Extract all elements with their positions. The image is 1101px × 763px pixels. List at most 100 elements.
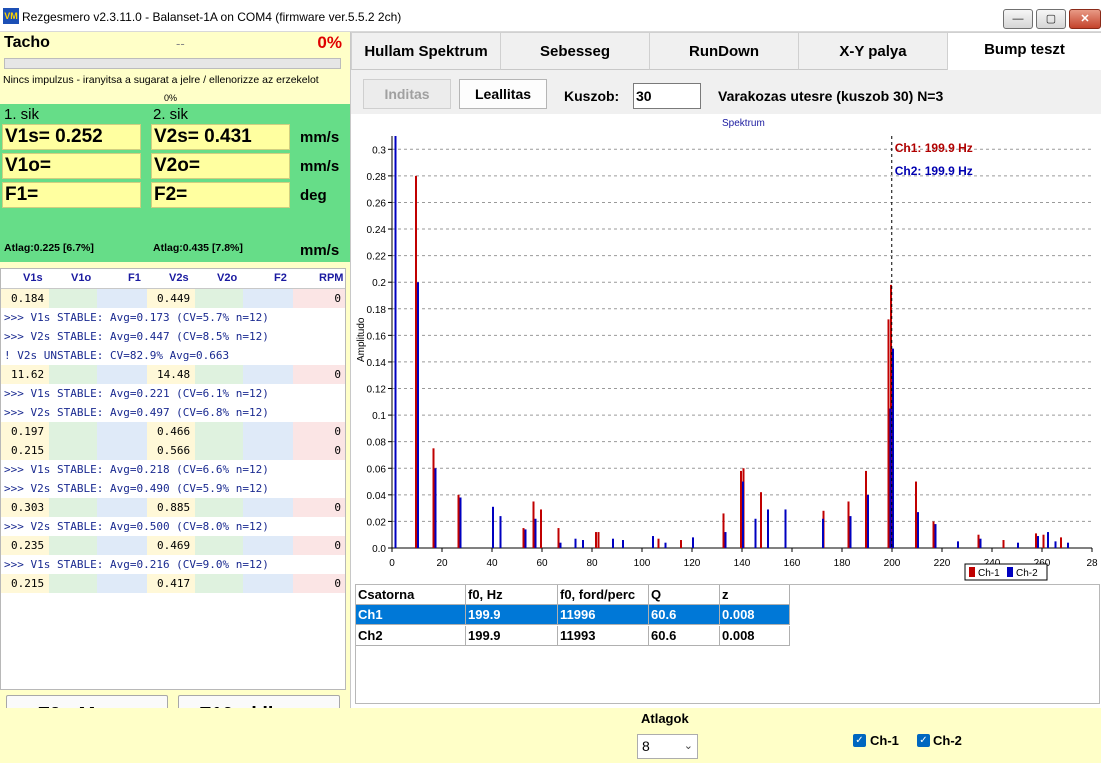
x-tick-label: 160 [784, 558, 801, 569]
results-cell: 11993 [558, 626, 649, 646]
x-tick-label: 220 [934, 558, 951, 569]
log-header: V1s V1o F1 V2s V2o F2 RPM [1, 269, 345, 289]
x-tick-label: 200 [884, 558, 901, 569]
maximize-button[interactable]: ▢ [1036, 9, 1066, 29]
stop-button[interactable]: Leallitas [459, 79, 547, 109]
y-tick-label: 0.26 [367, 198, 387, 209]
legend-label: Ch-2 [1016, 568, 1038, 579]
plane-1-average: Atlag:0.225 [6.7%] [4, 242, 94, 254]
log-cell-rpm: 0 [293, 536, 345, 555]
log-cell-v1s: 0.303 [1, 498, 49, 517]
y-tick-label: 0.22 [367, 252, 387, 263]
app-logo-icon: VM [3, 8, 19, 24]
log-cell-empty [49, 574, 97, 593]
log-cell-rpm: 0 [293, 498, 345, 517]
x-tick-label: 100 [634, 558, 651, 569]
threshold-input[interactable] [633, 83, 701, 109]
log-cell-v1s: 0.197 [1, 422, 49, 441]
log-col-v2o: V2o [217, 272, 238, 284]
averages-select[interactable]: 8 ⌄ [637, 734, 698, 759]
plane-2-box: 2. sik V2s= 0.431 V2o= F2= Atlag:0.435 [… [149, 104, 294, 262]
log-cell-empty [49, 536, 97, 555]
averages-label: Atlagok [641, 711, 689, 726]
x-tick-label: 80 [586, 558, 598, 569]
log-cell-rpm: 0 [293, 422, 345, 441]
tacho-reading: -- [176, 36, 185, 51]
log-cell-empty [49, 441, 97, 460]
minimize-button[interactable]: — [1003, 9, 1033, 29]
y-tick-label: 0.14 [367, 358, 387, 369]
log-cell-v1s: 0.235 [1, 536, 49, 555]
log-cell-v1s: 0.215 [1, 574, 49, 593]
legend-label: Ch-1 [978, 568, 1000, 579]
tab-bump-teszt[interactable]: Bump teszt [947, 32, 1101, 70]
ch1-checkbox[interactable]: ✓ [853, 734, 866, 747]
v2s-value: V2s= 0.431 [151, 124, 290, 150]
v1o-value: V1o= [2, 153, 141, 179]
log-message: >>> V1s STABLE: Avg=0.221 (CV=6.1% n=12) [4, 387, 269, 400]
close-button[interactable]: ✕ [1069, 9, 1101, 29]
log-data-row: 0.184 0.449 0 [1, 289, 345, 308]
log-cell-v2s: 0.449 [147, 289, 195, 308]
plane-2-title: 2. sik [153, 106, 189, 123]
log-cell-v2s: 0.885 [147, 498, 195, 517]
results-cell: Ch1 [356, 605, 466, 625]
log-cell-rpm: 0 [293, 365, 345, 384]
plane-1-title: 1. sik [4, 106, 40, 123]
results-cell: 11996 [558, 605, 649, 625]
tab-bar: Hullam Spektrum Sebesseg RunDown X-Y pal… [351, 32, 1101, 70]
tacho-message: Nincs impulzus - iranyitsa a sugarat a j… [3, 74, 319, 86]
unit-phase: deg [300, 187, 327, 204]
v2o-value: V2o= [151, 153, 290, 179]
right-panel: Hullam Spektrum Sebesseg RunDown X-Y pal… [350, 32, 1101, 708]
results-cell: 60.6 [649, 626, 720, 646]
ch2-checkbox[interactable]: ✓ [917, 734, 930, 747]
y-tick-label: 0.0 [372, 544, 386, 555]
tab-rundown[interactable]: RunDown [649, 32, 799, 70]
results-cell: z [720, 585, 790, 605]
y-tick-label: 0.1 [372, 411, 386, 422]
window-title: Rezgesmero v2.3.11.0 - Balanset-1A on CO… [22, 10, 402, 24]
results-table: Csatorna f0, Hz f0, ford/perc Qz Ch1 199.9 119… [355, 584, 1100, 704]
log-col-v1s: V1s [23, 272, 43, 284]
tab-xy-palya[interactable]: X-Y palya [798, 32, 948, 70]
log-cell-empty [195, 289, 243, 308]
tacho-row: Tacho -- 0% [0, 32, 350, 54]
log-cell-empty [97, 498, 147, 517]
spectrum-chart: Spektrum 0.0 0.02 0.04 0.06 0.08 0.1 0.12 0.14 0.… [351, 114, 1101, 614]
x-tick-label: 20 [436, 558, 448, 569]
tab-hullam-spektrum[interactable]: Hullam Spektrum [351, 32, 501, 70]
log-cell-v1s: 11.62 [1, 365, 49, 384]
marker-annotation: Ch2: 199.9 Hz [895, 164, 973, 178]
log-col-v1o: V1o [71, 272, 92, 284]
log-message: >>> V2s STABLE: Avg=0.490 (CV=5.9% n=12) [4, 482, 269, 495]
log-col-v2s: V2s [169, 272, 189, 284]
x-tick-label: 140 [734, 558, 751, 569]
results-cell: 60.6 [649, 605, 720, 625]
log-cell-empty [243, 441, 293, 460]
log-cell-rpm: 0 [293, 441, 345, 460]
log-cell-empty [195, 441, 243, 460]
tab-sebesseg[interactable]: Sebesseg [500, 32, 650, 70]
legend-swatch [1007, 567, 1013, 577]
log-cell-empty [243, 574, 293, 593]
log-message: >>> V2s STABLE: Avg=0.500 (CV=8.0% n=12) [4, 520, 269, 533]
unit-average: mm/s [300, 242, 340, 259]
log-col-rpm: RPM [319, 272, 344, 284]
log-cell-empty [97, 365, 147, 384]
log-cell-v2s: 0.417 [147, 574, 195, 593]
results-cell: 199.9 [466, 605, 558, 625]
y-tick-label: 0.06 [367, 464, 387, 475]
y-tick-label: 0.02 [367, 517, 387, 528]
averages-value: 8 [642, 738, 650, 754]
log-message: >>> V1s STABLE: Avg=0.218 (CV=6.6% n=12) [4, 463, 269, 476]
start-button[interactable]: Inditas [363, 79, 451, 109]
log-data-row: 0.197 0.466 0 [1, 422, 345, 441]
log-cell-empty [97, 441, 147, 460]
measurement-log[interactable]: V1s V1o F1 V2s V2o F2 RPM 0.184 0.449 0 >>>… [0, 268, 346, 690]
x-tick-label: 0 [389, 558, 395, 569]
chevron-down-icon: ⌄ [683, 740, 693, 752]
log-cell-empty [97, 574, 147, 593]
results-cell: Csatorna [356, 585, 466, 605]
log-cell-empty [97, 289, 147, 308]
